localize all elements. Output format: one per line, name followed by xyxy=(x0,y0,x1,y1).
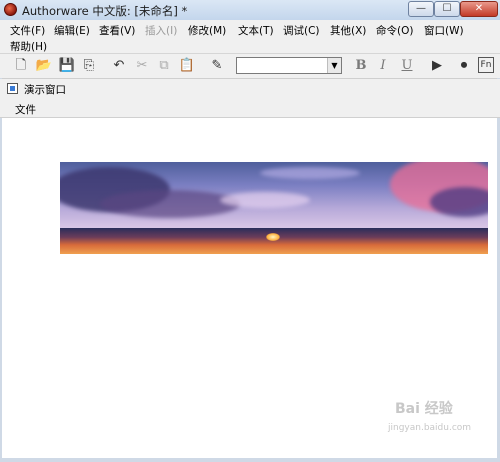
window-frame-left xyxy=(0,78,2,462)
window-title: Authorware 中文版: [未命名] * xyxy=(22,4,188,18)
sky-area xyxy=(60,162,488,228)
menu-file[interactable]: 文件(F) xyxy=(10,23,45,38)
minimize-button[interactable]: — xyxy=(408,1,434,17)
font-combo[interactable]: ▼ xyxy=(236,57,342,74)
menu-debug[interactable]: 调试(C) xyxy=(283,23,320,38)
menu-modify[interactable]: 修改(M) xyxy=(188,23,226,38)
watermark-logo: Bai 经验 xyxy=(395,401,453,417)
title-bar: Authorware 中文版: [未命名] * — ☐ ✕ xyxy=(0,0,500,21)
maximize-icon: ☐ xyxy=(442,3,452,14)
maximize-button[interactable]: ☐ xyxy=(434,1,460,17)
presentation-window-title: 演示窗口 xyxy=(24,84,66,96)
watermark-url: jingyan.baidu.com xyxy=(388,423,472,433)
bold-icon[interactable]: B xyxy=(352,57,370,75)
menu-command[interactable]: 命令(O) xyxy=(376,23,413,38)
italic-icon[interactable]: I xyxy=(374,57,392,75)
main-toolbar: 🗋 📂 💾 ⎘ ↶ ✂ ⧉ 📋 ✎ ▼ B I U ▶ ⏺ Fn xyxy=(0,54,500,79)
menu-other[interactable]: 其他(X) xyxy=(330,23,366,38)
undo-icon[interactable]: ↶ xyxy=(110,57,128,75)
functions-icon[interactable]: Fn xyxy=(478,57,494,73)
new-file-icon[interactable]: 🗋 xyxy=(12,57,30,75)
menu-edit[interactable]: 编辑(E) xyxy=(54,23,90,38)
menu-insert[interactable]: 插入(I) xyxy=(145,23,177,38)
presentation-menubar: 文件 xyxy=(0,99,500,118)
import-icon[interactable]: ⎘ xyxy=(80,57,98,75)
save-all-icon[interactable]: 💾 xyxy=(58,57,76,75)
menu-window[interactable]: 窗口(W) xyxy=(424,23,464,38)
cloud-shape xyxy=(430,187,488,217)
close-button[interactable]: ✕ xyxy=(460,1,498,17)
main-menubar: 文件(F) 编辑(E) 查看(V) 插入(I) 修改(M) 文本(T) 调试(C… xyxy=(0,20,500,54)
run-icon[interactable]: ▶ xyxy=(428,57,446,75)
control-panel-icon[interactable]: ⏺ xyxy=(455,57,473,75)
cloud-shape xyxy=(100,190,240,218)
menu-help[interactable]: 帮助(H) xyxy=(10,39,47,54)
find-icon[interactable]: ✎ xyxy=(208,57,226,75)
presentation-window-icon xyxy=(7,83,18,94)
underline-icon[interactable]: U xyxy=(398,57,416,75)
cloud-shape xyxy=(220,192,310,208)
sun-shape xyxy=(266,233,280,241)
menu-text[interactable]: 文本(T) xyxy=(238,23,274,38)
minimize-icon: — xyxy=(416,3,426,14)
presentation-menu-file[interactable]: 文件 xyxy=(15,102,36,117)
presentation-stage[interactable]: Bai 经验 jingyan.baidu.com xyxy=(8,118,492,456)
dropdown-arrow-icon[interactable]: ▼ xyxy=(327,58,341,73)
horizon-water xyxy=(60,228,488,254)
paste-icon[interactable]: 📋 xyxy=(178,57,196,75)
close-icon: ✕ xyxy=(474,3,484,14)
menu-view[interactable]: 查看(V) xyxy=(99,23,135,38)
open-folder-icon[interactable]: 📂 xyxy=(35,57,53,75)
authorware-app-icon[interactable] xyxy=(4,3,17,16)
window-frame-bottom xyxy=(0,458,500,462)
cloud-shape xyxy=(260,167,360,179)
copy-icon[interactable]: ⧉ xyxy=(155,57,173,75)
cut-icon[interactable]: ✂ xyxy=(133,57,151,75)
sunset-panorama-image[interactable] xyxy=(60,162,488,254)
presentation-window-header: 演示窗口 xyxy=(0,79,500,99)
